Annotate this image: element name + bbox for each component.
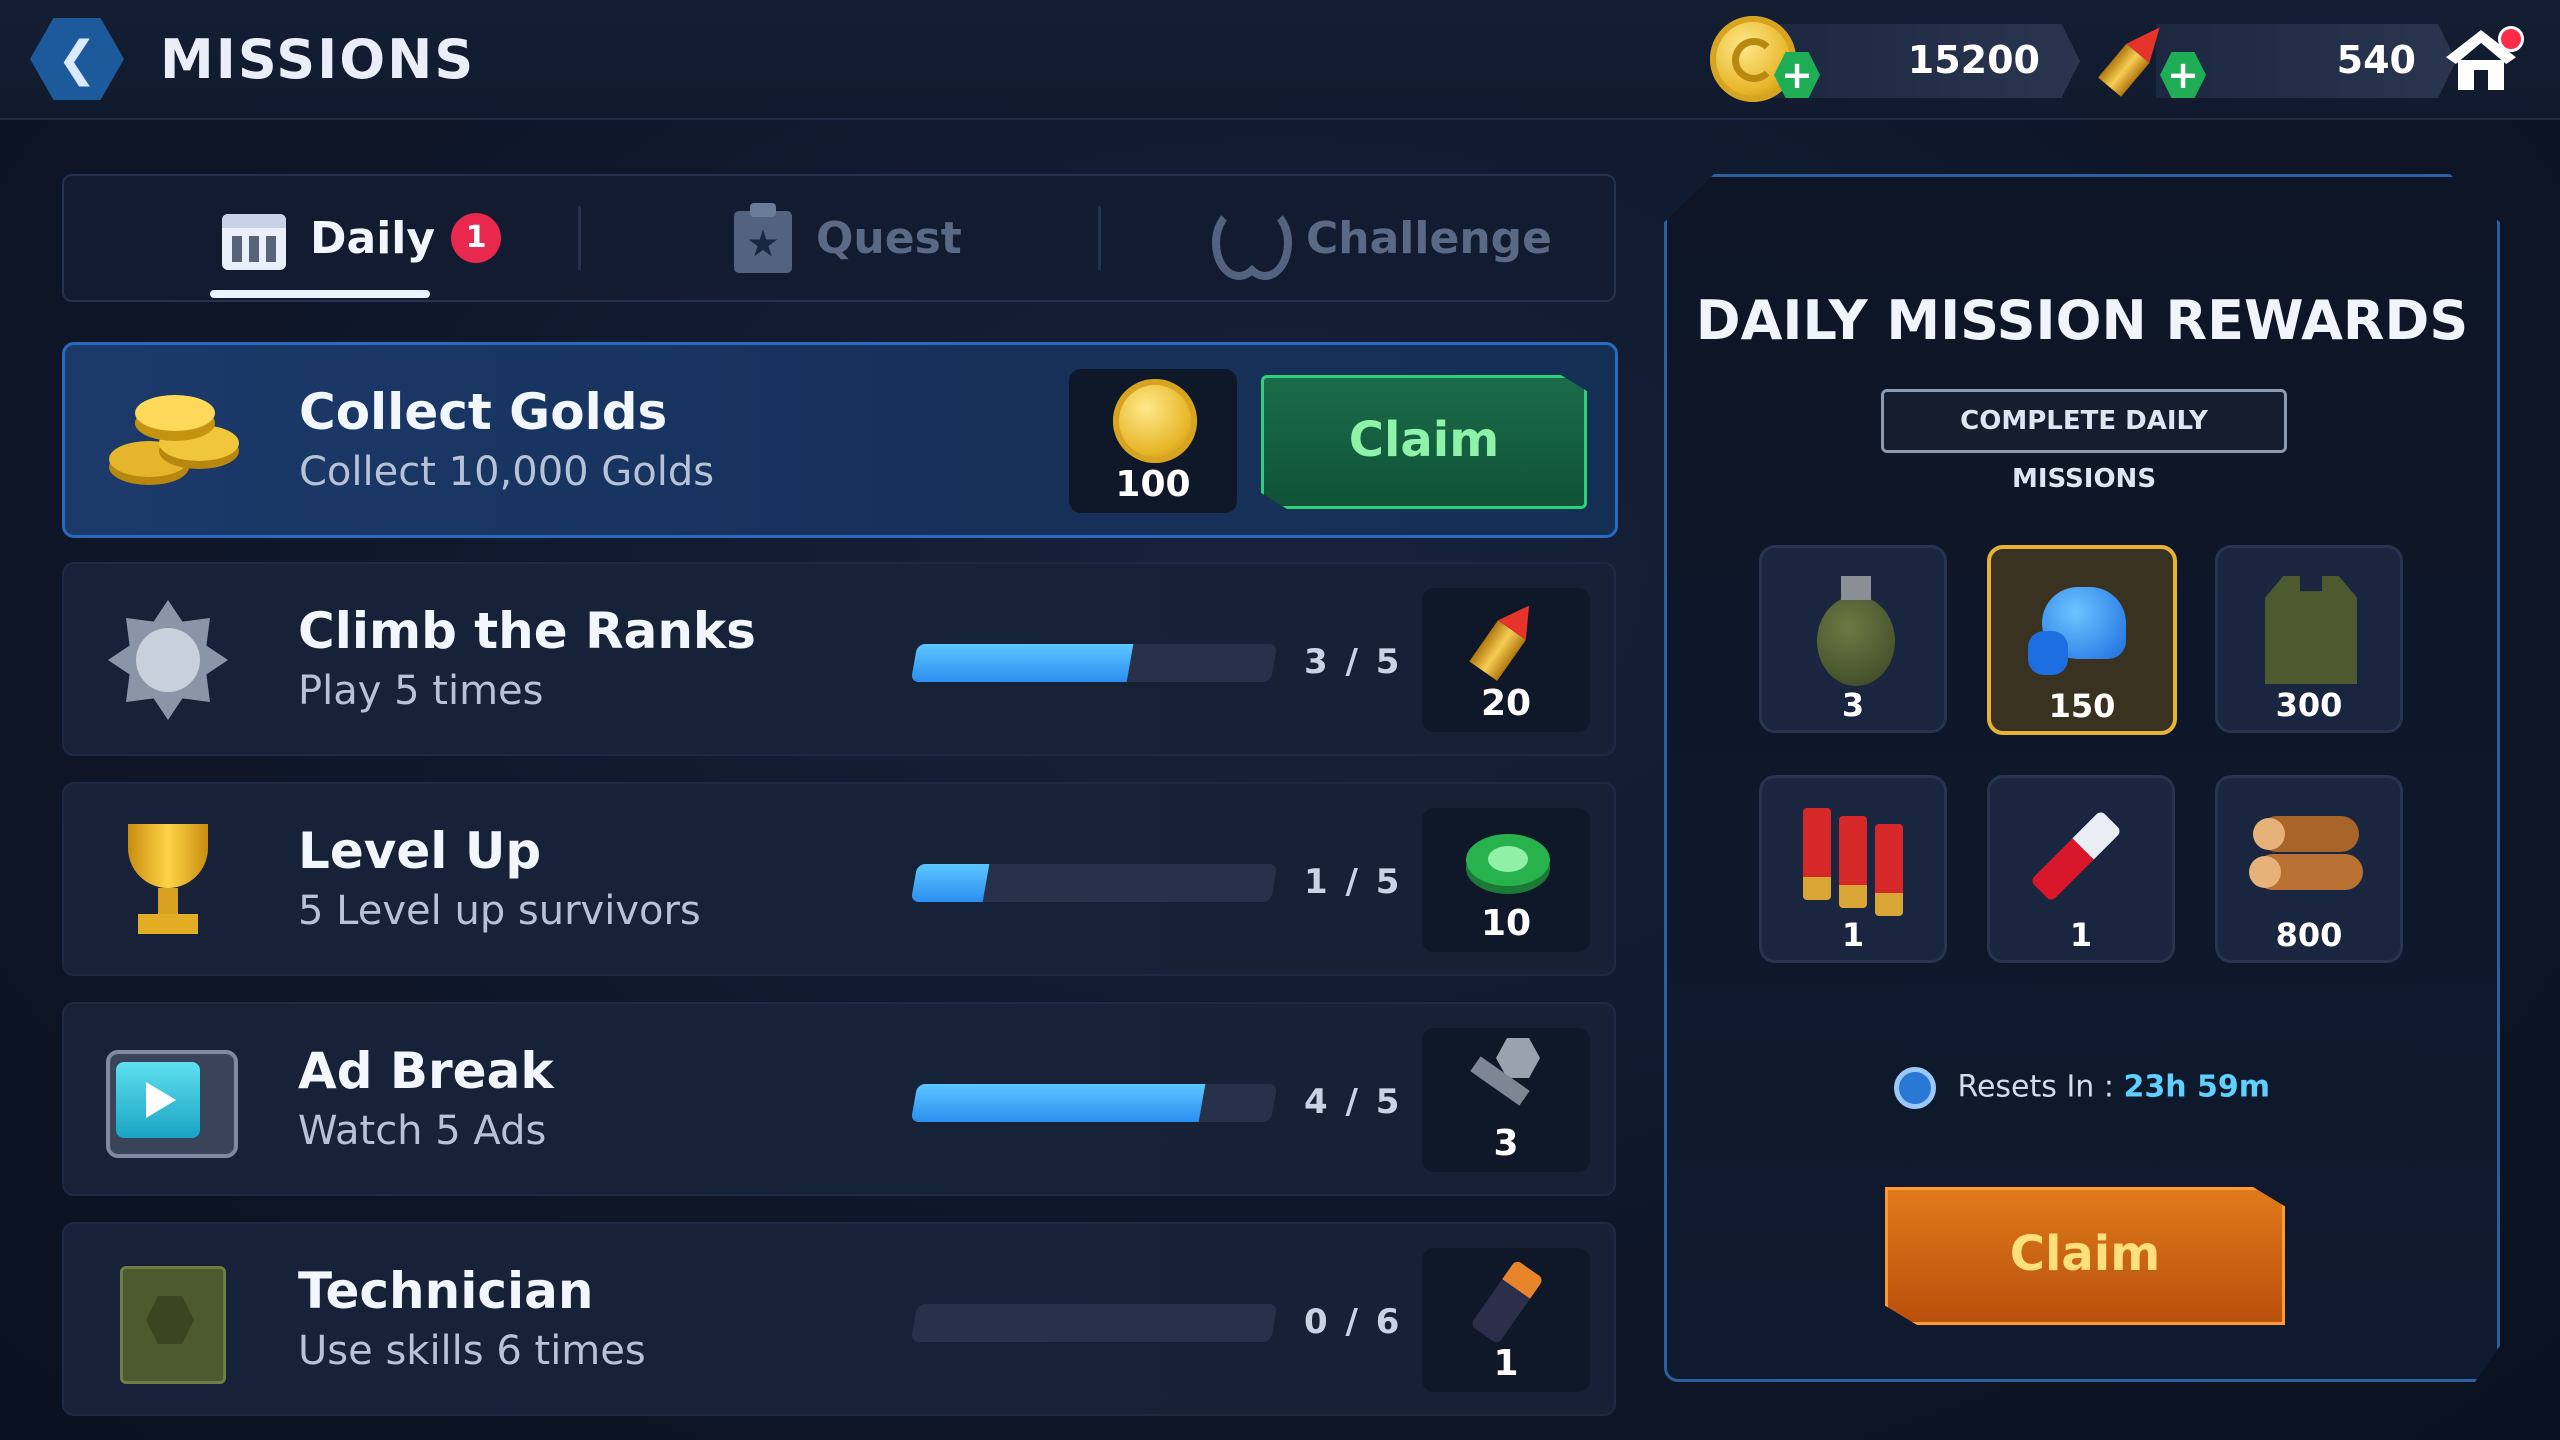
- tab-challenge[interactable]: Challenge: [1212, 176, 1552, 300]
- bullet-icon: [1466, 598, 1550, 682]
- claim-label: Claim: [2009, 1226, 2161, 1282]
- top-bar: ❮ MISSIONS 15200 + 540 +: [0, 0, 2560, 120]
- reward-amount: 1: [2069, 916, 2093, 954]
- mission-description: Watch 5 Ads: [298, 1108, 547, 1154]
- syringe-icon: [2021, 796, 2141, 916]
- clipboard-star-icon: [734, 203, 792, 273]
- bullet-currency: 540 +: [2096, 24, 2466, 98]
- gold-coin-icon: [1113, 379, 1197, 463]
- tab-quest-label: Quest: [816, 212, 962, 264]
- tab-daily[interactable]: Daily 1: [222, 176, 502, 300]
- tab-challenge-label: Challenge: [1306, 212, 1552, 264]
- reward-amount: 20: [1480, 683, 1532, 724]
- reward-item[interactable]: 3: [1759, 545, 1947, 733]
- reward-amount: 150: [2048, 687, 2116, 725]
- reward-amount: 100: [1115, 464, 1191, 505]
- gold-currency: 15200 +: [1710, 16, 2080, 102]
- reward-amount: 300: [2275, 686, 2343, 724]
- tab-divider: [578, 206, 581, 270]
- mission-progress-text: 1 / 5: [1304, 862, 1403, 902]
- reward-item[interactable]: 1: [1987, 775, 2175, 963]
- reset-label: Resets In :: [1957, 1069, 2114, 1105]
- wood-logs-icon: [2249, 796, 2369, 916]
- gold-amount: 15200: [1907, 38, 2040, 82]
- mission-description: Collect 10,000 Golds: [299, 449, 715, 495]
- rank-emblem-icon: [98, 590, 238, 730]
- daily-rewards-panel: DAILY MISSION REWARDS COMPLETE DAILY MIS…: [1664, 174, 2500, 1382]
- mission-title: Collect Golds: [299, 383, 668, 441]
- mission-progress-text: 4 / 5: [1304, 1082, 1403, 1122]
- reward-amount: 1: [1493, 1343, 1519, 1384]
- rewards-subtitle: COMPLETE DAILY MISSIONS: [1881, 389, 2287, 494]
- reward-amount: 3: [1493, 1123, 1519, 1164]
- mission-description: Play 5 times: [298, 668, 544, 714]
- grenade-icon: [1793, 566, 1913, 686]
- mission-row: Ad Break Watch 5 Ads 4 / 5 3: [62, 1002, 1616, 1196]
- claim-label: Claim: [1348, 412, 1500, 468]
- mission-row: Climb the Ranks Play 5 times 3 / 5 20: [62, 562, 1616, 756]
- reward-item-highlighted[interactable]: 150: [1987, 545, 2177, 735]
- reward-amount: 10: [1480, 903, 1532, 944]
- mission-row: Technician Use skills 6 times 0 / 6 1: [62, 1222, 1616, 1416]
- shotgun-shells-icon: [1793, 796, 1913, 916]
- gold-coins-stack-icon: [99, 371, 239, 511]
- laurel-icon: [1212, 206, 1292, 280]
- reset-timer: Resets In : 23h 59m: [1667, 1067, 2497, 1109]
- armor-vest-icon: [2249, 566, 2369, 686]
- rewards-title: DAILY MISSION REWARDS: [1695, 289, 2469, 352]
- mission-progress-text: 0 / 6: [1304, 1302, 1403, 1342]
- muscle-arm-icon: [2022, 567, 2142, 687]
- mission-tabs: Daily 1 Quest Challenge: [62, 174, 1616, 302]
- claim-mission-button[interactable]: Claim: [1261, 375, 1587, 509]
- mission-reward: 100: [1069, 369, 1237, 513]
- bottle-cap-icon: [1466, 818, 1550, 902]
- tv-icon: [98, 1030, 238, 1170]
- mission-title: Ad Break: [298, 1042, 554, 1100]
- mission-description: Use skills 6 times: [298, 1328, 646, 1374]
- mission-reward: 3: [1422, 1028, 1590, 1172]
- mission-reward: 1: [1422, 1248, 1590, 1392]
- mission-description: 5 Level up survivors: [298, 888, 701, 934]
- mission-progress-bar: [910, 644, 1278, 682]
- reward-amount: 3: [1841, 686, 1865, 724]
- mission-progress-bar: [910, 1304, 1278, 1342]
- reward-amount: 800: [2275, 916, 2343, 954]
- tab-quest[interactable]: Quest: [734, 176, 962, 300]
- claim-rewards-button[interactable]: Claim: [1885, 1187, 2285, 1325]
- mission-title: Level Up: [298, 822, 542, 880]
- mission-progress-bar: [910, 1084, 1278, 1122]
- gold-currency-pill: 15200: [1770, 24, 2080, 98]
- reset-time: 23h 59m: [2123, 1069, 2271, 1105]
- mission-reward: 10: [1422, 808, 1590, 952]
- stopwatch-icon: [1893, 1067, 1936, 1109]
- bullet-amount: 540: [2336, 38, 2416, 82]
- active-tab-indicator: [210, 290, 430, 298]
- mission-reward: 20: [1422, 588, 1590, 732]
- mission-title: Technician: [298, 1262, 594, 1320]
- tab-daily-label: Daily: [310, 212, 436, 264]
- page-title: MISSIONS: [160, 28, 476, 91]
- mission-progress-text: 3 / 5: [1304, 642, 1403, 682]
- reward-item[interactable]: 800: [2215, 775, 2403, 963]
- tab-divider: [1098, 206, 1101, 270]
- mission-row: Level Up 5 Level up survivors 1 / 5 10: [62, 782, 1616, 976]
- bolt-nut-icon: [1466, 1038, 1550, 1122]
- mission-progress-bar: [910, 864, 1278, 902]
- reward-amount: 1: [1841, 916, 1865, 954]
- reward-item[interactable]: 1: [1759, 775, 1947, 963]
- calendar-icon: [222, 206, 286, 270]
- back-button[interactable]: ❮: [30, 18, 124, 100]
- mission-row: Collect Golds Collect 10,000 Golds 100 C…: [62, 342, 1618, 538]
- battery-icon: [1466, 1258, 1550, 1345]
- daily-count-badge: 1: [451, 213, 502, 263]
- chevron-left-icon: ❮: [56, 31, 98, 87]
- reward-item[interactable]: 300: [2215, 545, 2403, 733]
- skill-book-icon: [98, 1250, 238, 1390]
- trophy-icon: [98, 810, 238, 950]
- bullet-currency-pill: 540: [2156, 24, 2456, 98]
- mission-title: Climb the Ranks: [298, 602, 756, 660]
- notification-dot: [2498, 26, 2524, 52]
